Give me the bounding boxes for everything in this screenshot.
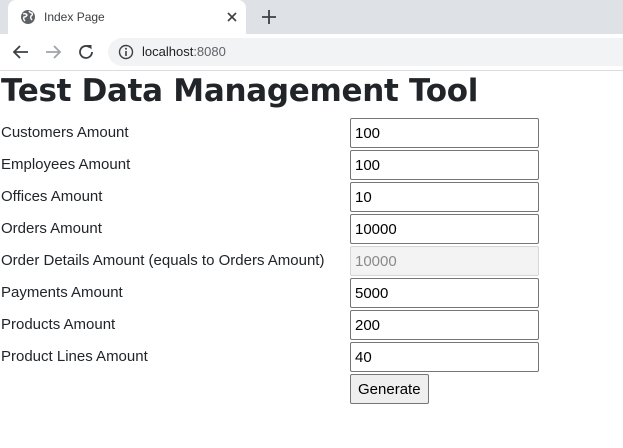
field-label: Product Lines Amount xyxy=(1,348,148,365)
tab-strip: Index Page xyxy=(0,0,623,34)
arrow-right-icon[interactable] xyxy=(42,41,64,63)
browser-toolbar: localhost:8080 xyxy=(0,34,623,71)
field-label: Payments Amount xyxy=(1,284,123,301)
offices-amount-input[interactable] xyxy=(350,182,539,212)
form-row-order-details: Order Details Amount (equals to Orders A… xyxy=(0,246,623,278)
browser-tab[interactable]: Index Page xyxy=(8,0,246,34)
orders-amount-input[interactable] xyxy=(350,214,539,244)
plus-icon[interactable] xyxy=(260,8,278,26)
form-row-product-lines: Product Lines Amount xyxy=(0,342,623,374)
form-row-products: Products Amount xyxy=(0,310,623,342)
field-label: Employees Amount xyxy=(1,156,131,173)
field-label: Offices Amount xyxy=(1,188,103,205)
form-row-orders: Orders Amount xyxy=(0,214,623,246)
tab-title: Index Page xyxy=(44,10,105,24)
product-lines-amount-input[interactable] xyxy=(350,342,539,372)
info-icon[interactable] xyxy=(118,44,134,60)
employees-amount-input[interactable] xyxy=(350,150,539,180)
page-title: Test Data Management Tool xyxy=(1,73,479,109)
customers-amount-input[interactable] xyxy=(350,118,539,148)
field-label: Order Details Amount (equals to Orders A… xyxy=(1,252,325,269)
field-label: Products Amount xyxy=(1,316,116,333)
form-row-offices: Offices Amount xyxy=(0,182,623,214)
close-icon[interactable] xyxy=(224,9,240,25)
globe-icon xyxy=(20,9,36,25)
arrow-left-icon[interactable] xyxy=(10,41,32,63)
payments-amount-input[interactable] xyxy=(350,278,539,308)
generate-button[interactable]: Generate xyxy=(350,374,429,404)
form-row-customers: Customers Amount xyxy=(0,118,623,150)
form-row-payments: Payments Amount xyxy=(0,278,623,310)
url-text: localhost:8080 xyxy=(142,44,226,59)
field-label: Customers Amount xyxy=(1,124,129,141)
address-bar[interactable]: localhost:8080 xyxy=(108,38,623,66)
field-label: Orders Amount xyxy=(1,220,102,237)
products-amount-input[interactable] xyxy=(350,310,539,340)
page-content: Test Data Management Tool Customers Amou… xyxy=(0,71,623,448)
reload-icon[interactable] xyxy=(75,41,97,63)
form-row-employees: Employees Amount xyxy=(0,150,623,182)
order-details-amount-input xyxy=(350,246,539,276)
